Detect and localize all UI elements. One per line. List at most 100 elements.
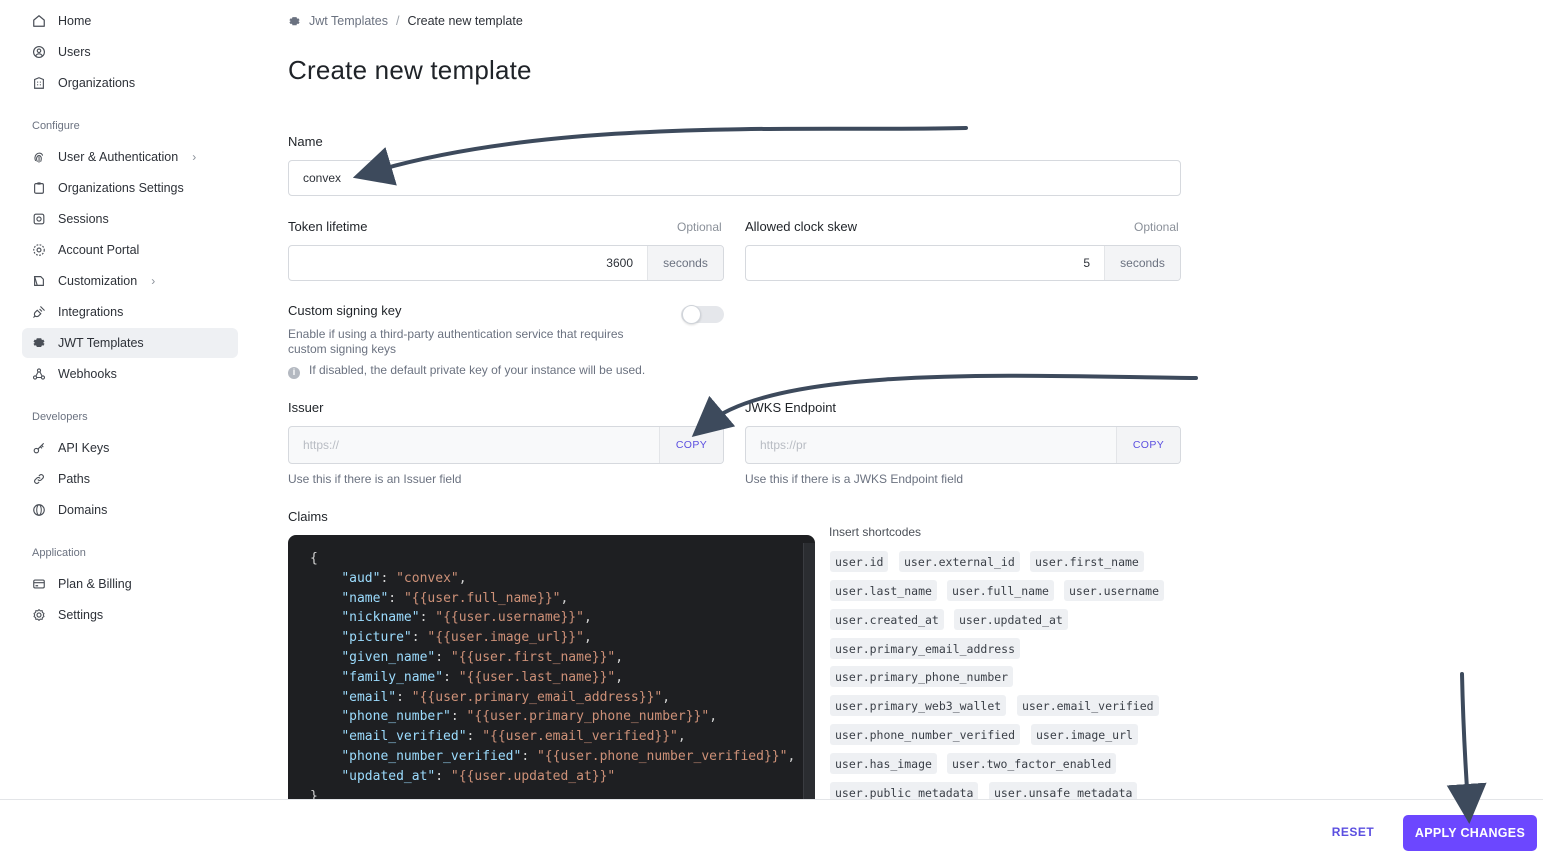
sidebar-item-label: Plan & Billing	[58, 577, 132, 591]
webhook-icon	[32, 367, 46, 381]
issuer-copy-button[interactable]: COPY	[659, 427, 723, 463]
jwks-input[interactable]: https://pr COPY	[745, 426, 1181, 464]
sidebar-item-webhooks[interactable]: Webhooks	[22, 359, 238, 389]
sidebar-item-label: Settings	[58, 608, 104, 622]
user-circle-icon	[32, 45, 46, 59]
sidebar-item-label: User & Authentication	[58, 150, 179, 164]
claim-line: "nickname": "{{user.username}}",	[341, 610, 592, 626]
footer-bar	[0, 799, 1543, 856]
claim-line: "email_verified": "{{user.email_verified…	[341, 729, 686, 745]
sidebar-item-label: Account Portal	[58, 243, 140, 257]
palette-icon	[32, 274, 46, 288]
sidebar-item-label: JWT Templates	[58, 336, 144, 350]
shortcode-chip[interactable]: user.updated_at	[954, 609, 1068, 630]
token-lifetime-unit: seconds	[647, 246, 723, 280]
sidebar-item-organizations-settings[interactable]: Organizations Settings	[22, 173, 238, 203]
token-lifetime-value: 3600	[606, 256, 633, 270]
sidebar-item-api-keys[interactable]: API Keys	[22, 433, 238, 463]
clipboard-icon	[32, 181, 46, 195]
breadcrumb-current: Create new template	[407, 14, 523, 28]
claim-key: "name"	[341, 590, 389, 606]
shortcode-chip[interactable]: user.email_verified	[1017, 695, 1159, 716]
shortcode-chip[interactable]: user.first_name	[1030, 551, 1144, 572]
token-lifetime-optional: Optional	[677, 220, 722, 234]
gear-icon	[289, 16, 300, 25]
signing-key-description: Enable if using a third-party authentica…	[288, 327, 624, 356]
claim-value: "{{user.email_verified}}"	[482, 729, 678, 745]
building-icon	[32, 76, 46, 90]
shortcode-chip[interactable]: user.has_image	[830, 753, 937, 774]
shortcode-chip[interactable]: user.created_at	[830, 609, 944, 630]
arrow-to-apply	[1446, 672, 1487, 824]
shortcode-chip[interactable]: user.last_name	[830, 580, 937, 601]
chevron-right-icon: ›	[192, 150, 197, 164]
claim-line: "email": "{{user.primary_email_address}}…	[341, 689, 671, 705]
issuer-help: Use this if there is an Issuer field	[288, 472, 462, 486]
sidebar-item-label: Integrations	[58, 305, 124, 319]
sidebar-item-domains[interactable]: Domains	[22, 495, 238, 525]
shortcode-chip[interactable]: user.primary_phone_number	[830, 666, 1014, 687]
credit-card-icon	[32, 577, 46, 591]
sidebar-item-organizations[interactable]: Organizations	[22, 68, 238, 98]
shortcode-chip[interactable]: user.external_id	[899, 551, 1020, 572]
clock-skew-optional: Optional	[1134, 220, 1179, 234]
shortcode-chip[interactable]: user.id	[830, 551, 889, 572]
claims-editor[interactable]: { "aud": "convex", "name": "{{user.full_…	[288, 535, 815, 805]
claim-value: "{{user.primary_phone_number}}"	[466, 709, 710, 725]
portal-icon	[32, 243, 46, 257]
home-icon	[32, 14, 46, 28]
sidebar-item-label: Paths	[58, 472, 90, 486]
sidebar-item-integrations[interactable]: Integrations	[22, 297, 238, 327]
shortcode-chip[interactable]: user.full_name	[947, 580, 1054, 601]
apply-changes-button[interactable]: APPLY CHANGES	[1403, 815, 1537, 851]
info-icon: i	[288, 366, 300, 379]
settings-icon	[32, 608, 46, 622]
signing-key-note-text: If disabled, the default private key of …	[309, 363, 646, 377]
sidebar-item-home[interactable]: Home	[22, 6, 238, 36]
jwks-help: Use this if there is a JWKS Endpoint fie…	[745, 472, 964, 486]
fingerprint-icon	[32, 150, 46, 164]
clock-skew-value: 5	[1083, 256, 1090, 270]
claim-line: "phone_number": "{{user.primary_phone_nu…	[341, 709, 718, 725]
claim-key: "phone_number_verified"	[341, 748, 522, 764]
sidebar-item-account-portal[interactable]: Account Portal	[22, 235, 238, 265]
issuer-value: https://	[303, 438, 340, 452]
sidebar-item-users[interactable]: Users	[22, 37, 238, 67]
breadcrumb-separator: /	[395, 14, 400, 28]
breadcrumb-parent-link[interactable]: Jwt Templates	[309, 14, 388, 28]
shortcode-chip[interactable]: user.two_factor_enabled	[947, 753, 1117, 774]
shortcode-chip[interactable]: user.primary_email_address	[830, 638, 1021, 659]
sidebar-item-customization[interactable]: Customization ›	[22, 266, 238, 296]
sidebar-item-jwt-templates[interactable]: JWT Templates	[22, 328, 238, 358]
signing-key-toggle[interactable]	[681, 305, 724, 324]
claim-value: "{{user.full_name}}"	[403, 590, 561, 606]
claim-value: "{{user.phone_number_verified}}"	[536, 748, 788, 764]
breadcrumb: Jwt Templates / Create new template	[288, 14, 523, 28]
sidebar-item-plan-billing[interactable]: Plan & Billing	[22, 569, 238, 599]
clock-skew-input[interactable]: 5 seconds	[745, 245, 1181, 281]
sidebar-item-settings[interactable]: Settings	[22, 600, 238, 630]
shortcode-chip[interactable]: user.primary_web3_wallet	[830, 695, 1007, 716]
name-label: Name	[288, 134, 323, 149]
jwks-copy-button[interactable]: COPY	[1116, 427, 1180, 463]
sidebar-item-user-authentication[interactable]: User & Authentication ›	[22, 142, 238, 172]
claim-key: "email_verified"	[341, 729, 467, 745]
reset-button[interactable]: RESET	[1320, 816, 1386, 848]
sidebar-item-paths[interactable]: Paths	[22, 464, 238, 494]
shortcode-chip[interactable]: user.phone_number_verified	[830, 724, 1021, 745]
claim-value: "{{user.username}}"	[435, 610, 584, 626]
sidebar-item-sessions[interactable]: Sessions	[22, 204, 238, 234]
token-lifetime-input[interactable]: 3600 seconds	[288, 245, 724, 281]
toggle-knob	[682, 305, 701, 324]
name-input[interactable]: convex	[288, 160, 1181, 196]
sidebar-section-title: Application	[32, 547, 86, 559]
shortcode-chip[interactable]: user.username	[1064, 580, 1165, 601]
editor-scrollbar[interactable]	[803, 543, 815, 805]
link-icon	[32, 472, 46, 486]
shortcode-chip[interactable]: user.image_url	[1031, 724, 1138, 745]
issuer-input[interactable]: https:// COPY	[288, 426, 724, 464]
claim-key: "aud"	[341, 570, 381, 586]
sidebar-section-title: Developers	[32, 411, 88, 423]
